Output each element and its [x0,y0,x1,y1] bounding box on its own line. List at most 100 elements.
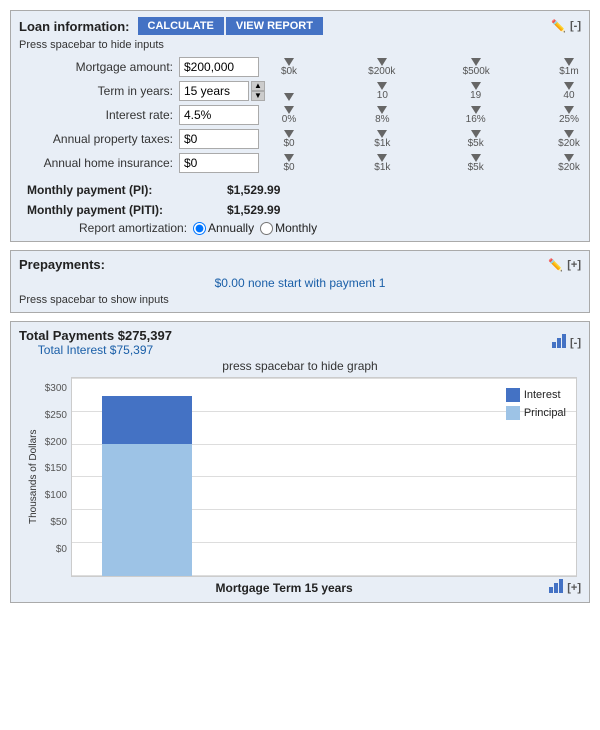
legend-principal-label: Principal [524,407,566,419]
prepay-expand-btn[interactable]: [+] [567,259,581,271]
tax-ticks: $0 $1k $5k $20k [277,130,581,149]
chart-total-payments: Total Payments $275,397 [19,328,172,343]
amort-annually-label: Annually [208,221,254,235]
rate-ticks: 0% 8% 16% 25% [277,106,581,125]
footer-bar-icon [549,579,563,593]
insurance-label: Annual home insurance: [19,156,179,170]
amort-monthly-label: Monthly [275,221,317,235]
chart-total-interest: Total Interest $75,397 [19,343,172,357]
chart-header: Total Payments $275,397 Total Interest $… [19,328,581,357]
tax-tick-3[interactable]: $20k [557,130,581,149]
amort-label: Report amortization: [79,221,187,235]
chart-legend: Interest Principal [506,388,566,420]
chart-x-label-wrap: Mortgage Term 15 years [19,581,549,595]
show-inputs-hint: Press spacebar to show inputs [19,294,581,306]
mortgage-label: Mortgage amount: [19,60,179,74]
view-report-button[interactable]: VIEW REPORT [226,17,323,35]
amort-monthly-radio[interactable] [260,222,273,235]
term-ticks: 10 19 40 [277,82,581,101]
chart-header-left: Total Payments $275,397 Total Interest $… [19,328,172,357]
payment-piti-row: Monthly payment (PITI): $1,529.99 [19,203,581,217]
chart-footer-expand-btn[interactable]: [+] [567,582,581,594]
legend-principal-item: Principal [506,406,566,420]
tax-input[interactable] [179,129,259,149]
rate-input[interactable] [179,105,259,125]
term-tick-0[interactable] [277,93,301,101]
tax-tick-1[interactable]: $1k [370,130,394,149]
term-input[interactable] [179,81,249,101]
prepayments-header: Prepayments: ✏️ [+] [19,257,581,272]
tax-tick-2[interactable]: $5k [464,130,488,149]
hide-inputs-hint: Press spacebar to hide inputs [19,39,581,51]
chart-footer-icon [549,579,563,596]
amort-annually-option[interactable]: Annually [193,221,254,235]
mortgage-tick-0[interactable]: $0k [277,58,301,77]
rate-tick-2[interactable]: 16% [464,106,488,125]
term-tick-3[interactable]: 40 [557,82,581,101]
term-spinner-up[interactable]: ▲ [251,81,265,91]
mortgage-slider-area: $0k $200k $500k $1m [269,58,581,77]
amort-monthly-option[interactable]: Monthly [260,221,317,235]
calculate-button[interactable]: CALCULATE [138,17,224,35]
payment-piti-label: Monthly payment (PITI): [27,203,227,217]
mortgage-ticks: $0k $200k $500k $1m [277,58,581,77]
rate-tick-3[interactable]: 25% [557,106,581,125]
payment-piti-value: $1,529.99 [227,203,280,217]
edit-icon[interactable]: ✏️ [551,19,566,33]
prepayments-title: Prepayments: [19,257,105,272]
amort-annually-radio[interactable] [193,222,206,235]
term-tick-2[interactable]: 19 [464,82,488,101]
insurance-ticks: $0 $1k $5k $20k [277,154,581,173]
chart-section: Total Payments $275,397 Total Interest $… [10,321,590,603]
mortgage-tick-1[interactable]: $200k [368,58,395,77]
term-spinner: ▲ ▼ [251,81,265,101]
insurance-tick-1[interactable]: $1k [370,154,394,173]
chart-collapse-btn[interactable]: [-] [570,337,581,349]
term-spinner-down[interactable]: ▼ [251,91,265,101]
prepay-edit-icon[interactable]: ✏️ [548,258,563,272]
term-label: Term in years: [19,84,179,98]
chart-footer: Mortgage Term 15 years [+] [19,579,581,596]
chart-y-axis: $300 $250 $200 $150 $100 $50 $0 [39,377,71,577]
chart-bar-interest [102,396,192,444]
tax-label: Annual property taxes: [19,132,179,146]
tax-slider-area: $0 $1k $5k $20k [269,130,581,149]
term-row: Term in years: ▲ ▼ 10 19 [19,81,581,101]
tax-tick-0[interactable]: $0 [277,130,301,149]
loan-section-header: Loan information: CALCULATE VIEW REPORT … [19,17,581,35]
rate-label: Interest rate: [19,108,179,122]
loan-tools: ✏️ [-] [551,19,581,33]
legend-interest-item: Interest [506,388,566,402]
term-slider-area: 10 19 40 [269,82,581,101]
chart-bar-icon [552,334,566,351]
insurance-slider-area: $0 $1k $5k $20k [269,154,581,173]
legend-principal-box [506,406,520,420]
insurance-tick-0[interactable]: $0 [277,154,301,173]
bar-chart-icon [552,334,566,348]
loan-collapse-btn[interactable]: [-] [570,20,581,32]
payment-pi-row: Monthly payment (PI): $1,529.99 [19,183,581,197]
insurance-input[interactable] [179,153,259,173]
chart-tools: [-] [552,334,581,351]
insurance-tick-2[interactable]: $5k [464,154,488,173]
legend-interest-box [506,388,520,402]
loan-section: Loan information: CALCULATE VIEW REPORT … [10,10,590,242]
term-input-wrap: ▲ ▼ [179,81,269,101]
payment-pi-label: Monthly payment (PI): [27,183,227,197]
rate-tick-0[interactable]: 0% [277,106,301,125]
chart-bar-principal [102,444,192,576]
mortgage-tick-3[interactable]: $1m [557,58,581,77]
insurance-row: Annual home insurance: $0 $1k $5k $2 [19,153,581,173]
rate-tick-1[interactable]: 8% [370,106,394,125]
prepayments-section: Prepayments: ✏️ [+] $0.00 none start wit… [10,250,590,313]
mortgage-input[interactable] [179,57,259,77]
tax-row: Annual property taxes: $0 $1k $5k $2 [19,129,581,149]
prepay-tools: ✏️ [+] [548,258,581,272]
prepayments-info: $0.00 none start with payment 1 [19,276,581,290]
loan-section-title: Loan information: [19,19,130,34]
mortgage-row: Mortgage amount: $0k $200k $500k $1m [19,57,581,77]
mortgage-tick-2[interactable]: $500k [463,58,490,77]
chart-x-label: Mortgage Term 15 years [216,581,353,595]
insurance-tick-3[interactable]: $20k [557,154,581,173]
term-tick-1[interactable]: 10 [370,82,394,101]
